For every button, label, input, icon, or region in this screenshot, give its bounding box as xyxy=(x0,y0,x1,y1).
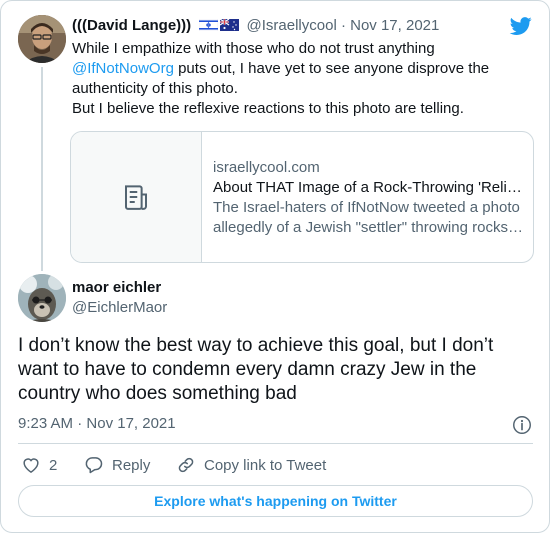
mention-link[interactable]: @IfNotNowOrg xyxy=(72,60,174,77)
parent-text-fragment: puts out, I have yet to see anyone dispr… xyxy=(173,60,490,77)
australia-flag-icon xyxy=(220,19,240,31)
parent-tweet-date[interactable]: Nov 17, 2021 xyxy=(350,17,439,34)
parent-tweet-text: While I empathize with those who do not … xyxy=(72,39,527,119)
twitter-bird-icon[interactable] xyxy=(509,15,533,37)
link-preview-body: israellycool.com About THAT Image of a R… xyxy=(213,158,523,238)
parent-author-handle[interactable]: @Israellycool xyxy=(247,17,337,34)
parent-text-line: While I empathize with those who do not … xyxy=(72,40,435,57)
article-icon xyxy=(125,185,147,210)
divider xyxy=(18,443,533,444)
parent-tweet-header: (((David Lange))) @Israellycool · Nov 17… xyxy=(72,16,439,36)
link-description: The Israel-haters of IfNotNow tweeted a … xyxy=(213,198,523,238)
thread-connector-line xyxy=(41,67,43,271)
like-count: 2 xyxy=(49,456,58,474)
reply-label: Reply xyxy=(112,456,151,474)
parent-text-line: But I believe the reflexive reactions to… xyxy=(72,100,464,117)
link-title: About THAT Image of a Rock-Throwing 'Rel… xyxy=(213,179,523,196)
link-preview-card[interactable]: israellycool.com About THAT Image of a R… xyxy=(70,131,534,263)
copy-link-label: Copy link to Tweet xyxy=(204,456,327,474)
tweet-text: I don’t know the best way to achieve thi… xyxy=(18,335,494,404)
reply-bubble-icon xyxy=(85,457,103,474)
parent-text-line: @IfNotNowOrg puts out, I have yet to see… xyxy=(72,59,527,79)
tweet-timestamp[interactable]: 9:23 AM · Nov 17, 2021 xyxy=(18,414,176,434)
tweet-date: Nov 17, 2021 xyxy=(86,415,176,432)
link-icon xyxy=(178,457,194,473)
israel-flag-icon xyxy=(199,19,219,31)
info-icon[interactable] xyxy=(511,414,533,436)
parent-text-line: authenticity of this photo. xyxy=(72,80,238,97)
link-preview-thumbnail xyxy=(71,132,202,262)
link-description-line: The Israel-haters of IfNotNow tweeted a … xyxy=(213,199,520,216)
parent-author-name[interactable]: (((David Lange))) xyxy=(72,17,191,34)
copy-link-button[interactable]: Copy link to Tweet xyxy=(176,454,326,476)
tweet-embed-card: (((David Lange))) @Israellycool · Nov 17… xyxy=(0,0,550,533)
reply-button[interactable]: Reply xyxy=(84,454,150,476)
author-name[interactable]: maor eichler xyxy=(72,278,161,298)
separator-dot: · xyxy=(77,415,83,432)
link-description-line: allegedly of a Jewish "settler" throwing… xyxy=(213,219,523,236)
author-avatar[interactable] xyxy=(18,274,66,322)
parent-author-avatar[interactable] xyxy=(18,15,66,63)
like-button[interactable]: 2 xyxy=(21,454,57,476)
explore-button[interactable]: Explore what's happening on Twitter xyxy=(18,485,533,517)
tweet-time: 9:23 AM xyxy=(18,415,74,432)
separator-dot: · xyxy=(340,17,346,34)
author-handle[interactable]: @EichlerMaor xyxy=(72,298,167,318)
link-domain: israellycool.com xyxy=(213,159,320,176)
heart-icon xyxy=(23,458,39,473)
